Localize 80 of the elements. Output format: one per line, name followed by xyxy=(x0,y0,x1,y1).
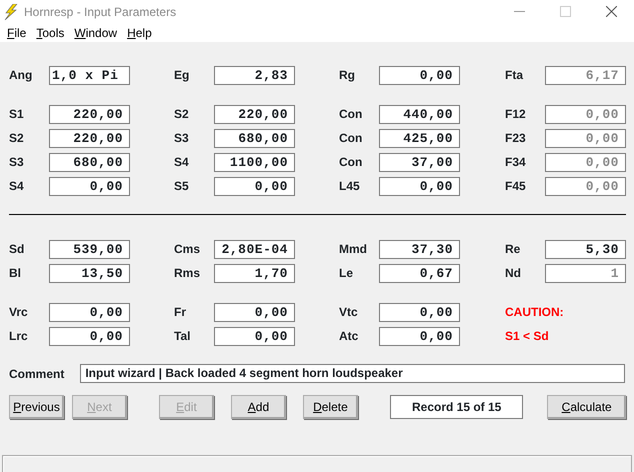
input-field[interactable]: 37,00 xyxy=(379,152,460,172)
action-button[interactable]: Delete xyxy=(302,395,358,419)
action-button[interactable]: Add xyxy=(230,395,286,419)
field-label: Atc xyxy=(339,328,360,345)
input-field[interactable]: 0,00 xyxy=(49,176,130,196)
input-field[interactable]: 0,67 xyxy=(379,264,460,282)
input-field[interactable]: 220,00 xyxy=(49,128,130,148)
input-field[interactable]: 539,00 xyxy=(49,240,130,258)
input-field[interactable]: 0,00 xyxy=(379,302,460,322)
field-label: S2 xyxy=(9,130,25,147)
field-label: Bl xyxy=(9,265,22,282)
field-label: Con xyxy=(339,130,364,147)
field-label: Lrc xyxy=(9,328,29,345)
field-label: Sd xyxy=(9,241,26,258)
field-label: Cms xyxy=(174,241,202,258)
field-label: F34 xyxy=(505,154,527,171)
field-label: S3 xyxy=(174,130,190,147)
lightning-icon xyxy=(4,4,18,20)
input-field[interactable]: 0,00 xyxy=(214,176,295,196)
input-field[interactable]: 425,00 xyxy=(379,128,460,148)
field-label: Rms xyxy=(174,265,202,282)
input-field[interactable]: 680,00 xyxy=(214,128,295,148)
menu-item[interactable]: File xyxy=(2,24,32,42)
input-field[interactable]: 0,00 xyxy=(379,176,460,196)
input-field[interactable]: 680,00 xyxy=(49,152,130,172)
field-label: S5 xyxy=(174,178,190,195)
field-label: Eg xyxy=(174,67,190,84)
comment-label: Comment xyxy=(9,366,64,382)
menu-item[interactable]: Tools xyxy=(31,24,70,42)
close-icon xyxy=(606,6,616,17)
input-field[interactable]: 1,0 x Pi xyxy=(49,66,130,84)
field-label: Re xyxy=(505,241,522,258)
field-label: F12 xyxy=(505,106,527,123)
input-field[interactable]: 2,83 xyxy=(214,66,295,84)
field-label: Con xyxy=(339,106,364,123)
input-field[interactable]: 0,00 xyxy=(214,302,295,322)
field-label: Tal xyxy=(174,328,192,345)
field-label: Fr xyxy=(174,304,187,321)
input-field[interactable]: 1,70 xyxy=(214,264,295,282)
input-field[interactable]: 5,30 xyxy=(545,240,626,258)
field-label: Nd xyxy=(505,265,522,282)
input-field[interactable]: 2,80E-04 xyxy=(214,240,295,258)
input-field[interactable]: 0,00 xyxy=(379,326,460,346)
input-field[interactable]: 0,00 xyxy=(379,66,460,84)
input-field[interactable]: 0,00 xyxy=(49,326,130,346)
field-label: Fta xyxy=(505,67,524,84)
field-label: Ang xyxy=(9,67,34,84)
window-title: Hornresp - Input Parameters xyxy=(24,4,176,20)
input-field[interactable]: 1100,00 xyxy=(214,152,295,172)
field-label: Con xyxy=(339,154,364,171)
minimize-icon xyxy=(514,11,524,12)
caution-text: S1 < Sd xyxy=(505,328,549,345)
input-field[interactable]: 13,50 xyxy=(49,264,130,282)
field-label: Vtc xyxy=(339,304,359,321)
calculate-button[interactable]: Calculate xyxy=(547,395,626,419)
input-field[interactable]: 37,30 xyxy=(379,240,460,258)
field-label: L45 xyxy=(339,178,361,195)
record-counter: Record 15 of 15 xyxy=(390,395,524,419)
field-label: S3 xyxy=(9,154,25,171)
comment-field[interactable]: Input wizard | Back loaded 4 segment horn loudspeaker xyxy=(80,364,626,383)
input-field[interactable]: 220,00 xyxy=(214,104,295,124)
input-field[interactable]: 440,00 xyxy=(379,104,460,124)
field-label: F23 xyxy=(505,130,527,147)
maximize-icon xyxy=(560,6,570,17)
field-label: Le xyxy=(339,265,354,282)
field-label: Vrc xyxy=(9,304,29,321)
field-label: S4 xyxy=(9,178,25,195)
action-button[interactable]: Previous xyxy=(9,395,64,419)
field-label: S4 xyxy=(174,154,190,171)
field-label: S2 xyxy=(174,106,190,123)
input-field[interactable]: 0,00 xyxy=(49,302,130,322)
field-label: Rg xyxy=(339,67,356,84)
field-label: S1 xyxy=(9,106,25,123)
input-field[interactable]: 220,00 xyxy=(49,104,130,124)
menu-item[interactable]: Window xyxy=(69,24,122,42)
caution-text: CAUTION: xyxy=(505,304,564,321)
field-label: F45 xyxy=(505,178,527,195)
menu-item[interactable]: Help xyxy=(122,24,157,42)
input-field[interactable]: 0,00 xyxy=(214,326,295,346)
field-label: Mmd xyxy=(339,241,368,258)
